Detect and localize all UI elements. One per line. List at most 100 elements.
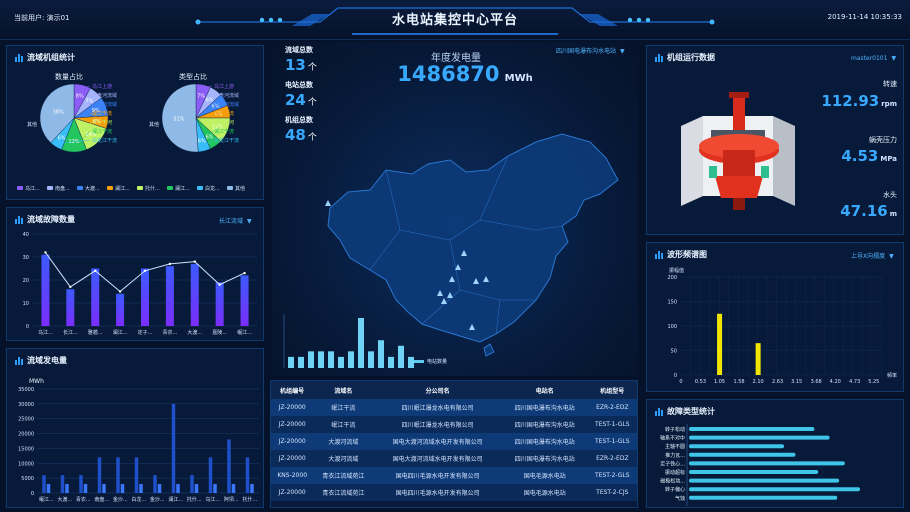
panel-title: 流域故障数量 <box>27 215 75 224</box>
line-point <box>143 269 147 272</box>
x-tick-label: 澜江... <box>113 329 128 336</box>
pie-pct-label: 6% <box>198 138 206 144</box>
line-point <box>69 285 72 289</box>
x-tick-label: 3.15 <box>791 379 802 385</box>
bar <box>176 484 180 493</box>
x-tick-label: 阿坝... <box>224 496 239 503</box>
y-tick-label: 转子偏心 <box>665 486 685 493</box>
panel-title: 故障类型统计 <box>667 407 715 416</box>
table-row[interactable]: JZ-20000 岷江干流 四川岷江瀑龙水电有限公司 四川国电瀑布沟水电站 EZR-2-… <box>271 399 637 416</box>
table-row[interactable]: KNS-2000 青衣江流域苑江 国电四川毛源水电开发有限公司 国电毛源水电站 TEST… <box>271 467 637 484</box>
y-tick-label: 50 <box>671 349 677 355</box>
y-tick-label: 0 <box>674 373 677 379</box>
pie-slice-label: 澜江干流 <box>214 110 234 117</box>
x-tick-label: 托什... <box>242 496 257 503</box>
datetime: 2019-11-14 10:35:33 <box>827 13 902 21</box>
legend-label: 白龙... <box>205 185 220 192</box>
annual-value: 1486870 <box>397 62 500 86</box>
table-row[interactable]: JZ-20000 岷江干流 四川岷江瀑龙水电有限公司 四川国电瀑布沟水电站 TEST-1… <box>271 416 637 433</box>
bar <box>368 351 374 368</box>
bar <box>689 452 796 457</box>
x-tick-label: 托什... <box>187 496 202 503</box>
y-tick-label: 10000 <box>18 461 34 467</box>
panel-title: 机组运行数据 <box>667 53 715 62</box>
speed-label: 转速 <box>883 80 897 88</box>
bar <box>689 427 815 431</box>
annual-output: 1486870 MWh <box>380 62 550 86</box>
bar-chart-icon <box>15 53 23 62</box>
y-tick-label: 转子松动 <box>665 426 685 433</box>
caret-down-icon: ▼ <box>247 218 252 225</box>
legend-label: 电站数量 <box>427 359 448 365</box>
x-tick-label: 乌江... <box>38 329 53 336</box>
x-tick-label: 3.68 <box>811 379 822 385</box>
y-tick-label: 25000 <box>18 417 34 423</box>
bar <box>194 484 199 493</box>
pie-slice-label: 乌江上游 <box>92 83 112 90</box>
col-header: 分公司名 <box>373 381 502 399</box>
bar <box>120 484 125 493</box>
y-tick-label: 推力瓦... <box>665 452 685 459</box>
y-tick-label: 主轴不圆 <box>665 443 685 450</box>
unit-selector[interactable]: master0101 ▼ <box>851 55 896 62</box>
unit-run-data-panel: 机组运行数据 master0101 ▼ 转速 112.93 rpm 蜗壳压力 4.5… <box>646 45 904 235</box>
table-row[interactable]: JZ-20000 大渡河流域 国电大渡河流域水电开发有限公司 四川国电瀑布沟水电站 TE… <box>271 433 637 450</box>
caret-down-icon: ▼ <box>891 55 897 62</box>
bar <box>208 457 213 493</box>
station-marker <box>325 200 331 206</box>
pie-slice-label: 澜江干流 <box>92 128 112 135</box>
turbine-image <box>681 92 795 210</box>
x-tick-label: 0.53 <box>695 379 706 385</box>
bar <box>328 351 334 368</box>
bar <box>153 475 157 493</box>
head-label: 水头 <box>883 191 897 199</box>
pie-slice-label: 南盘河流域 <box>92 92 117 99</box>
y-tick-label: 15000 <box>18 446 34 452</box>
station-selector[interactable]: 四川国电瀑布沟水电站 ▼ <box>556 46 625 55</box>
pie-pct-label: 6% <box>58 136 66 142</box>
y-tick-label: 30 <box>23 255 29 261</box>
pie-slice-label: 澜江干流 <box>214 128 234 135</box>
bar-chart-icon <box>15 215 23 224</box>
x-tick-label: 青衣... <box>162 329 177 336</box>
pie-slice-label: 托什干河 <box>214 119 234 126</box>
bar <box>717 313 723 375</box>
pie-pct-label: 51% <box>173 117 184 123</box>
bar <box>755 343 761 375</box>
fault-type-chart: 转子松动轴系不对中主轴不圆推力瓦...定子铁心... 振动超标磁极松动...转子偏… <box>660 424 860 506</box>
bar <box>91 268 100 326</box>
line-point <box>243 271 246 275</box>
basin-fault-panel: 流域故障数量 长江流域 ▼ 0 10 20 30 40 乌江... 长江... 雅砻... 澜江.… <box>6 207 264 341</box>
line-point <box>118 290 122 293</box>
x-tick-label: 1.58 <box>733 379 744 385</box>
head-value: 47.16 m <box>840 202 897 220</box>
col-header: 电站名 <box>501 381 588 399</box>
table-row[interactable]: JZ-20000 青衣江流域苑江 国电四川毛源水电开发有限公司 国电毛源水电站 TEST… <box>271 484 637 501</box>
bar <box>245 457 250 493</box>
col-header: 机组型号 <box>587 381 637 399</box>
x-tick-label: 金沙... <box>113 496 128 503</box>
x-tick-label: 2.10 <box>753 379 764 385</box>
legend-swatch <box>167 186 173 190</box>
y-tick-label: 35000 <box>18 387 34 393</box>
y-tick-label: 20 <box>23 278 29 284</box>
bar <box>171 403 176 493</box>
user-label: 当前用户: 演示01 <box>14 14 70 22</box>
table-row[interactable]: JZ-20000 大渡河流域 国电大渡河流域水电开发有限公司 四川国电瀑布沟水电站 EZ… <box>271 450 637 467</box>
pie-pct-label: 7% <box>197 93 205 99</box>
bar <box>66 289 75 326</box>
basin-selector[interactable]: 长江流域 ▼ <box>219 216 252 225</box>
bar <box>250 484 254 493</box>
y-tick-label: 磁极松动... <box>660 478 685 485</box>
x-tick-label: 4.20 <box>830 379 841 385</box>
bar <box>240 275 249 326</box>
x-tick-label: 白龙... <box>131 496 146 503</box>
y-tick-label: 150 <box>667 300 677 306</box>
pressure-label: 蜗壳压力 <box>869 136 897 144</box>
legend-label: 澜江... <box>175 185 190 192</box>
bar <box>215 282 224 326</box>
legend-swatch <box>227 186 233 190</box>
bar <box>689 495 838 500</box>
channel-selector[interactable]: 上导X向摆度 ▼ <box>851 251 894 260</box>
pie-slice-label: 澜江干流 <box>92 110 112 117</box>
